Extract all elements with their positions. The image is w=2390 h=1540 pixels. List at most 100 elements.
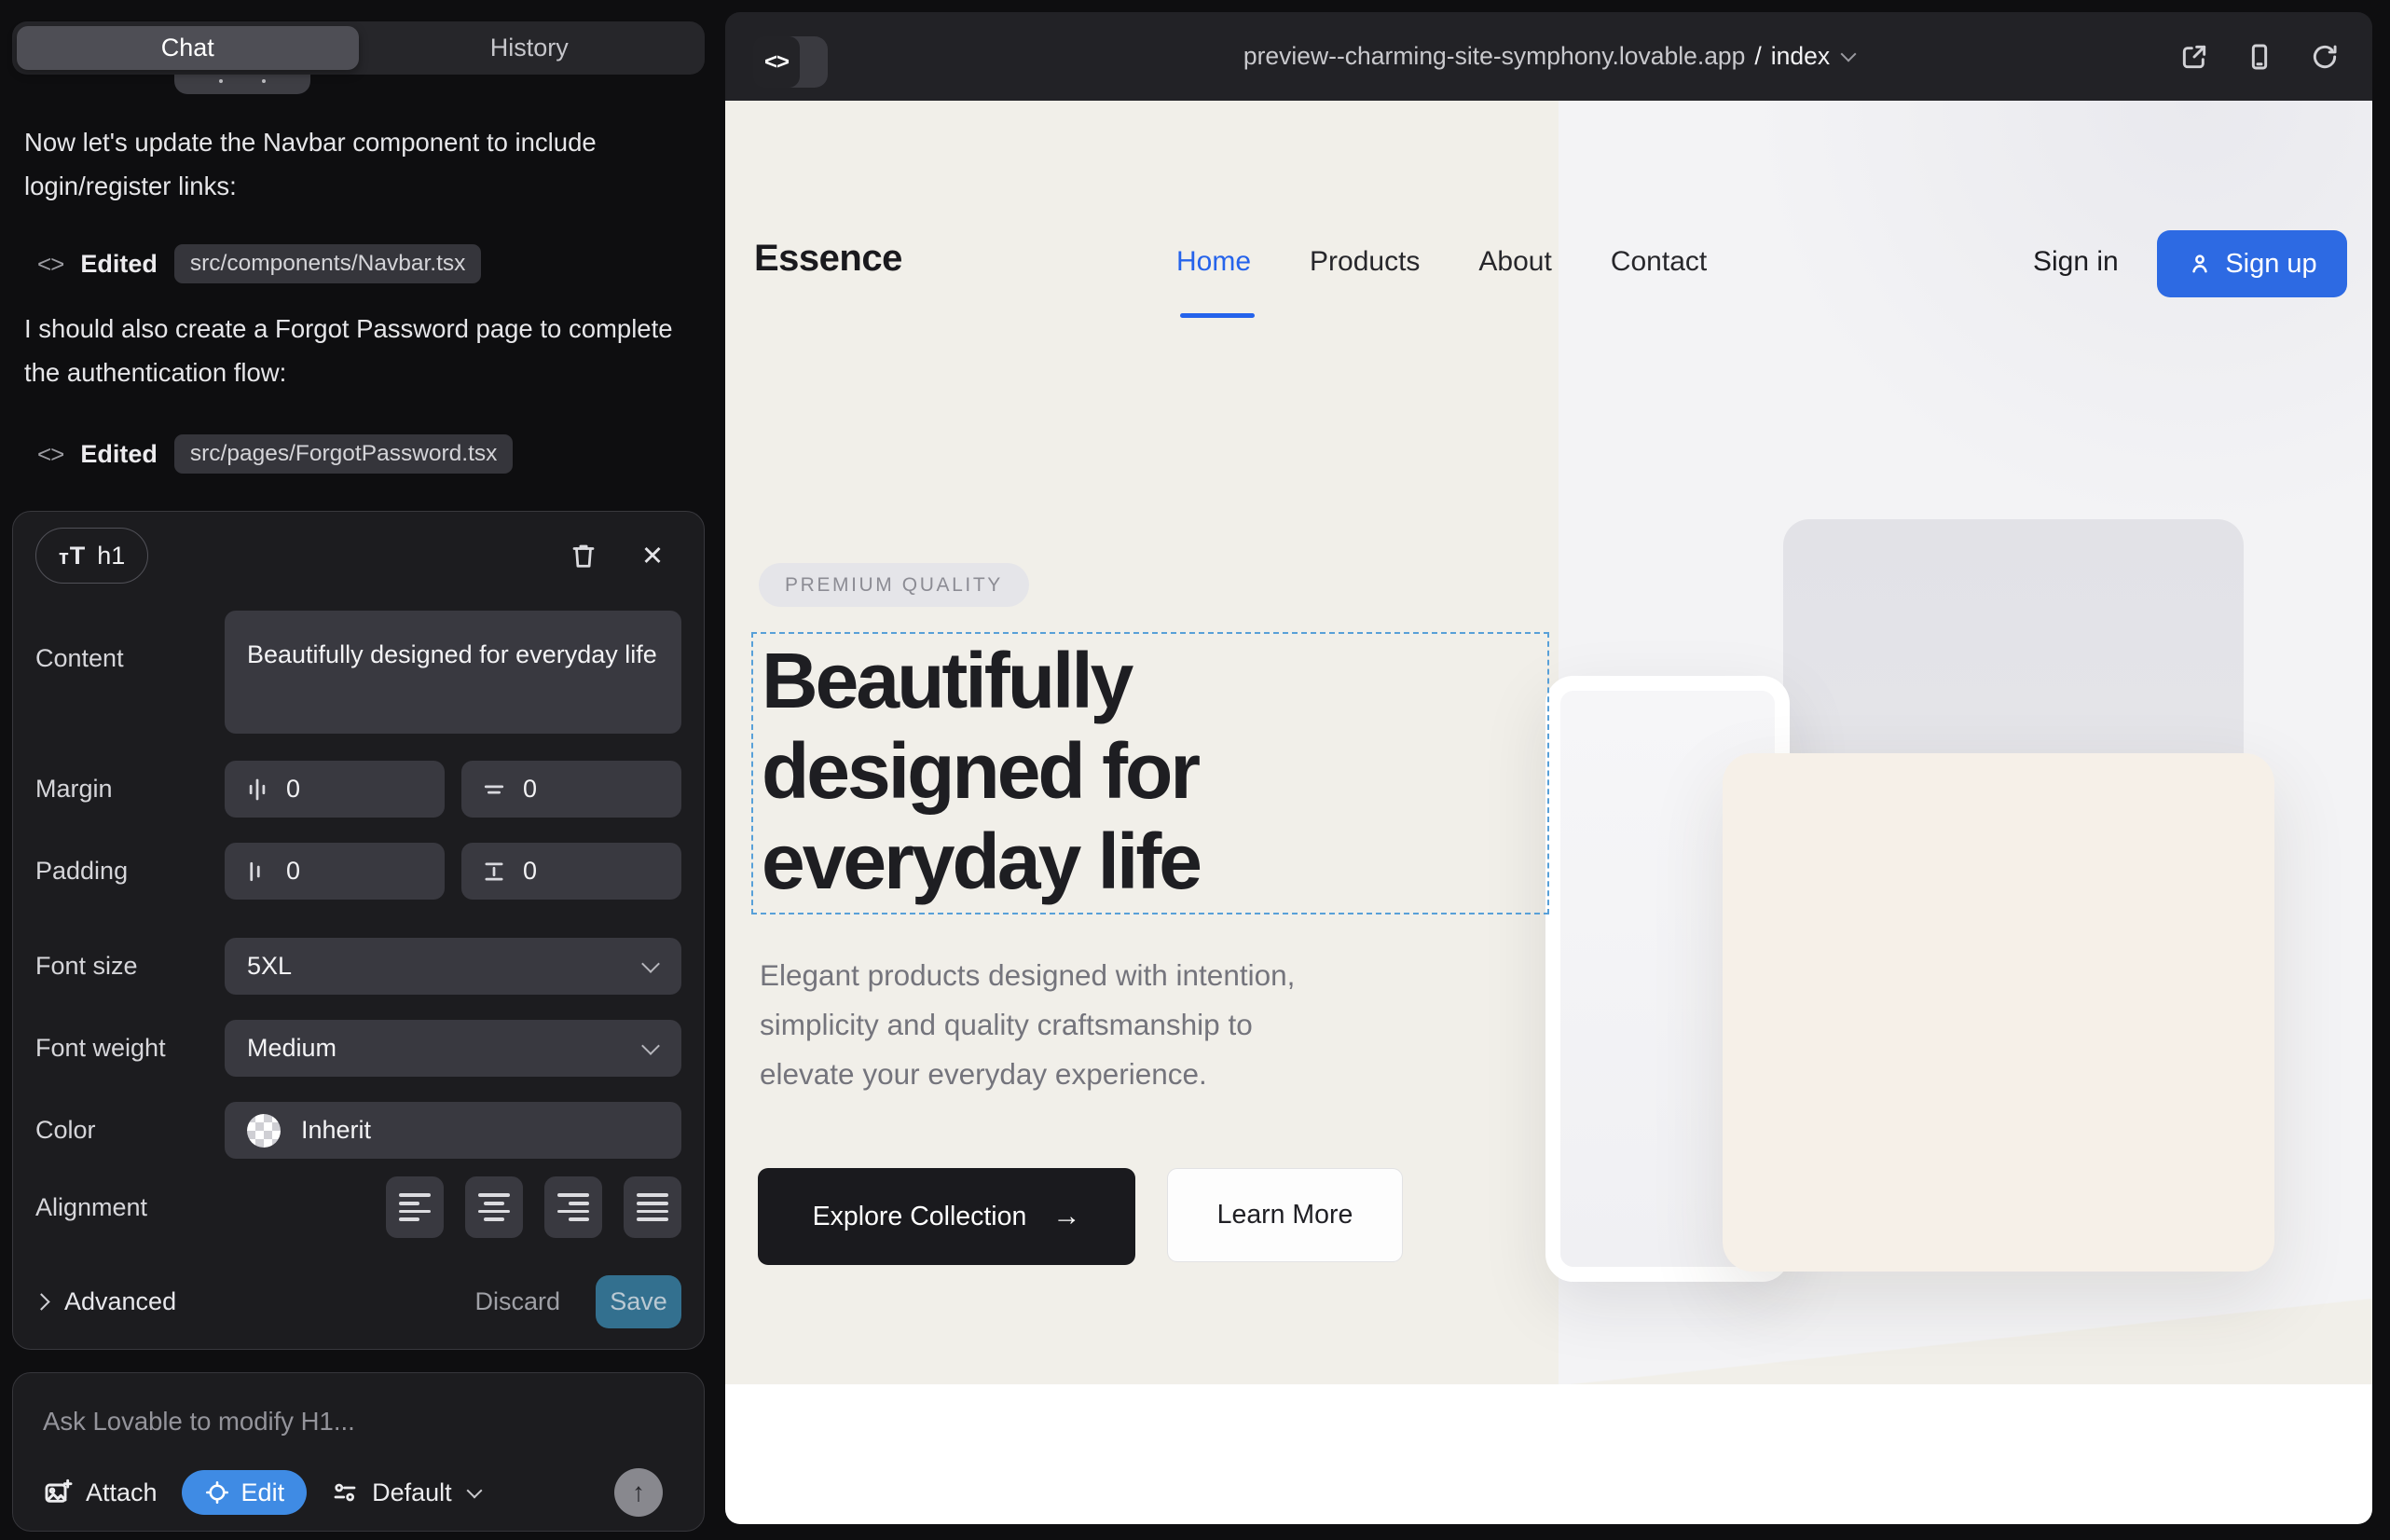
- site-nav: Home Products About Contact: [1176, 246, 1707, 278]
- preview-url-bar[interactable]: preview--charming-site-symphony.lovable.…: [725, 12, 2372, 101]
- margin-vertical-icon: [480, 776, 508, 804]
- sign-in-link[interactable]: Sign in: [2033, 246, 2119, 278]
- advanced-label: Advanced: [64, 1287, 176, 1316]
- padding-horizontal-icon: [243, 858, 271, 886]
- chevron-down-icon: [641, 955, 660, 973]
- save-button[interactable]: Save: [596, 1275, 681, 1328]
- padding-x-input[interactable]: 0: [225, 843, 445, 900]
- font-size-value: 5XL: [247, 952, 292, 981]
- font-weight-select[interactable]: Medium: [225, 1020, 681, 1077]
- nav-contact[interactable]: Contact: [1611, 246, 1707, 278]
- align-left-icon: [399, 1193, 431, 1197]
- sliders-icon: [331, 1478, 359, 1506]
- margin-y-input[interactable]: 0: [461, 761, 681, 818]
- element-tag: h1: [97, 542, 125, 571]
- target-icon: [204, 1479, 230, 1506]
- element-editor-panel: тT h1 ✕ Content Beautifu: [12, 511, 705, 1350]
- padding-y-input[interactable]: 0: [461, 843, 681, 900]
- type-icon: тT: [59, 542, 86, 571]
- padding-label: Padding: [35, 857, 225, 886]
- align-justify-button[interactable]: [624, 1176, 681, 1238]
- element-selection-outline[interactable]: [751, 632, 1549, 914]
- close-icon: ✕: [641, 540, 664, 572]
- nav-home[interactable]: Home: [1176, 246, 1251, 278]
- arrow-up-icon: ↑: [632, 1478, 645, 1507]
- chevron-down-icon: [466, 1483, 482, 1499]
- preview-toolbar: <> preview--charming-site-symphony.lovab…: [725, 12, 2372, 101]
- delete-element-button[interactable]: [568, 540, 599, 571]
- paragraph-line: Elegant products designed with intention…: [760, 951, 1295, 1000]
- preview-panel: <> preview--charming-site-symphony.lovab…: [725, 12, 2372, 1524]
- margin-row: Margin 0 0: [35, 761, 681, 818]
- chat-composer[interactable]: Ask Lovable to modify H1... Attach: [12, 1372, 705, 1532]
- nav-products[interactable]: Products: [1310, 246, 1420, 278]
- file-chip[interactable]: src/components/Navbar.tsx: [174, 244, 481, 283]
- mobile-phone-icon: [2245, 42, 2274, 72]
- mobile-view-button[interactable]: [2244, 41, 2275, 73]
- advanced-toggle[interactable]: Advanced: [35, 1287, 176, 1316]
- explore-collection-button[interactable]: Explore Collection →: [758, 1168, 1135, 1265]
- color-swatch-icon: [247, 1114, 281, 1148]
- attach-label: Attach: [86, 1478, 158, 1507]
- align-left-button[interactable]: [386, 1176, 444, 1238]
- file-chip[interactable]: src/pages/ForgotPassword.tsx: [174, 434, 514, 474]
- learn-more-button[interactable]: Learn More: [1167, 1168, 1403, 1262]
- selected-element-chip[interactable]: тT h1: [35, 528, 148, 584]
- lovable-app: Chat History Now let's update the Navbar…: [0, 0, 2390, 1540]
- content-row: Content Beautifully designed for everyda…: [35, 611, 681, 734]
- font-weight-value: Medium: [247, 1034, 337, 1063]
- content-label: Content: [35, 611, 225, 673]
- edit-mode-button[interactable]: Edit: [182, 1470, 308, 1515]
- assistant-message: I should also create a Forgot Password p…: [24, 307, 686, 394]
- composer-input[interactable]: Ask Lovable to modify H1...: [43, 1407, 355, 1437]
- margin-x-value: 0: [286, 775, 300, 804]
- edited-file-row[interactable]: <> Edited src/components/Navbar.tsx: [37, 242, 481, 285]
- hero-diagonal-accent: [1571, 1299, 2372, 1384]
- margin-x-input[interactable]: 0: [225, 761, 445, 818]
- font-size-row: Font size 5XL: [35, 938, 681, 995]
- url-separator: /: [1754, 42, 1761, 71]
- alignment-label: Alignment: [35, 1193, 225, 1222]
- tab-history[interactable]: History: [359, 26, 701, 70]
- edited-label: Edited: [80, 250, 158, 279]
- user-icon: [2187, 251, 2213, 277]
- model-selector[interactable]: Default: [331, 1478, 480, 1507]
- nav-about[interactable]: About: [1478, 246, 1551, 278]
- padding-y-value: 0: [523, 857, 537, 886]
- attach-image-icon: [43, 1478, 73, 1507]
- send-button[interactable]: ↑: [614, 1468, 663, 1517]
- refresh-icon: [2310, 42, 2340, 72]
- color-select[interactable]: Inherit: [225, 1102, 681, 1159]
- site-logo[interactable]: Essence: [754, 238, 902, 280]
- scrolled-chip[interactable]: [174, 75, 310, 94]
- trash-icon: [570, 542, 598, 570]
- attach-button[interactable]: Attach: [43, 1478, 158, 1507]
- tab-chat[interactable]: Chat: [17, 26, 359, 70]
- align-right-button[interactable]: [544, 1176, 602, 1238]
- content-input[interactable]: Beautifully designed for everyday life: [225, 611, 681, 734]
- align-center-button[interactable]: [465, 1176, 523, 1238]
- open-in-new-tab-button[interactable]: [2178, 41, 2210, 73]
- sign-up-label: Sign up: [2225, 249, 2316, 280]
- chat-sidebar: Chat History Now let's update the Navbar…: [0, 0, 725, 1540]
- align-center-icon: [478, 1193, 510, 1197]
- font-size-select[interactable]: 5XL: [225, 938, 681, 995]
- font-size-label: Font size: [35, 952, 225, 981]
- model-label: Default: [372, 1478, 452, 1507]
- close-editor-button[interactable]: ✕: [637, 540, 668, 571]
- url-page[interactable]: index: [1771, 42, 1830, 71]
- external-link-icon: [2179, 42, 2209, 72]
- padding-row: Padding 0 0: [35, 843, 681, 900]
- padding-vertical-icon: [480, 858, 508, 886]
- sign-up-button[interactable]: Sign up: [2157, 230, 2347, 297]
- edited-label: Edited: [80, 440, 158, 469]
- chat-history-tabs: Chat History: [12, 21, 705, 75]
- edited-file-row[interactable]: <> Edited src/pages/ForgotPassword.tsx: [37, 433, 513, 475]
- refresh-button[interactable]: [2309, 41, 2341, 73]
- decor-card-beige: [1723, 753, 2274, 1272]
- dot-icon: [219, 79, 223, 83]
- code-icon: <>: [37, 440, 63, 469]
- discard-button[interactable]: Discard: [474, 1287, 560, 1316]
- paragraph-line: simplicity and quality craftsmanship to: [760, 1000, 1295, 1050]
- align-right-icon: [557, 1193, 589, 1197]
